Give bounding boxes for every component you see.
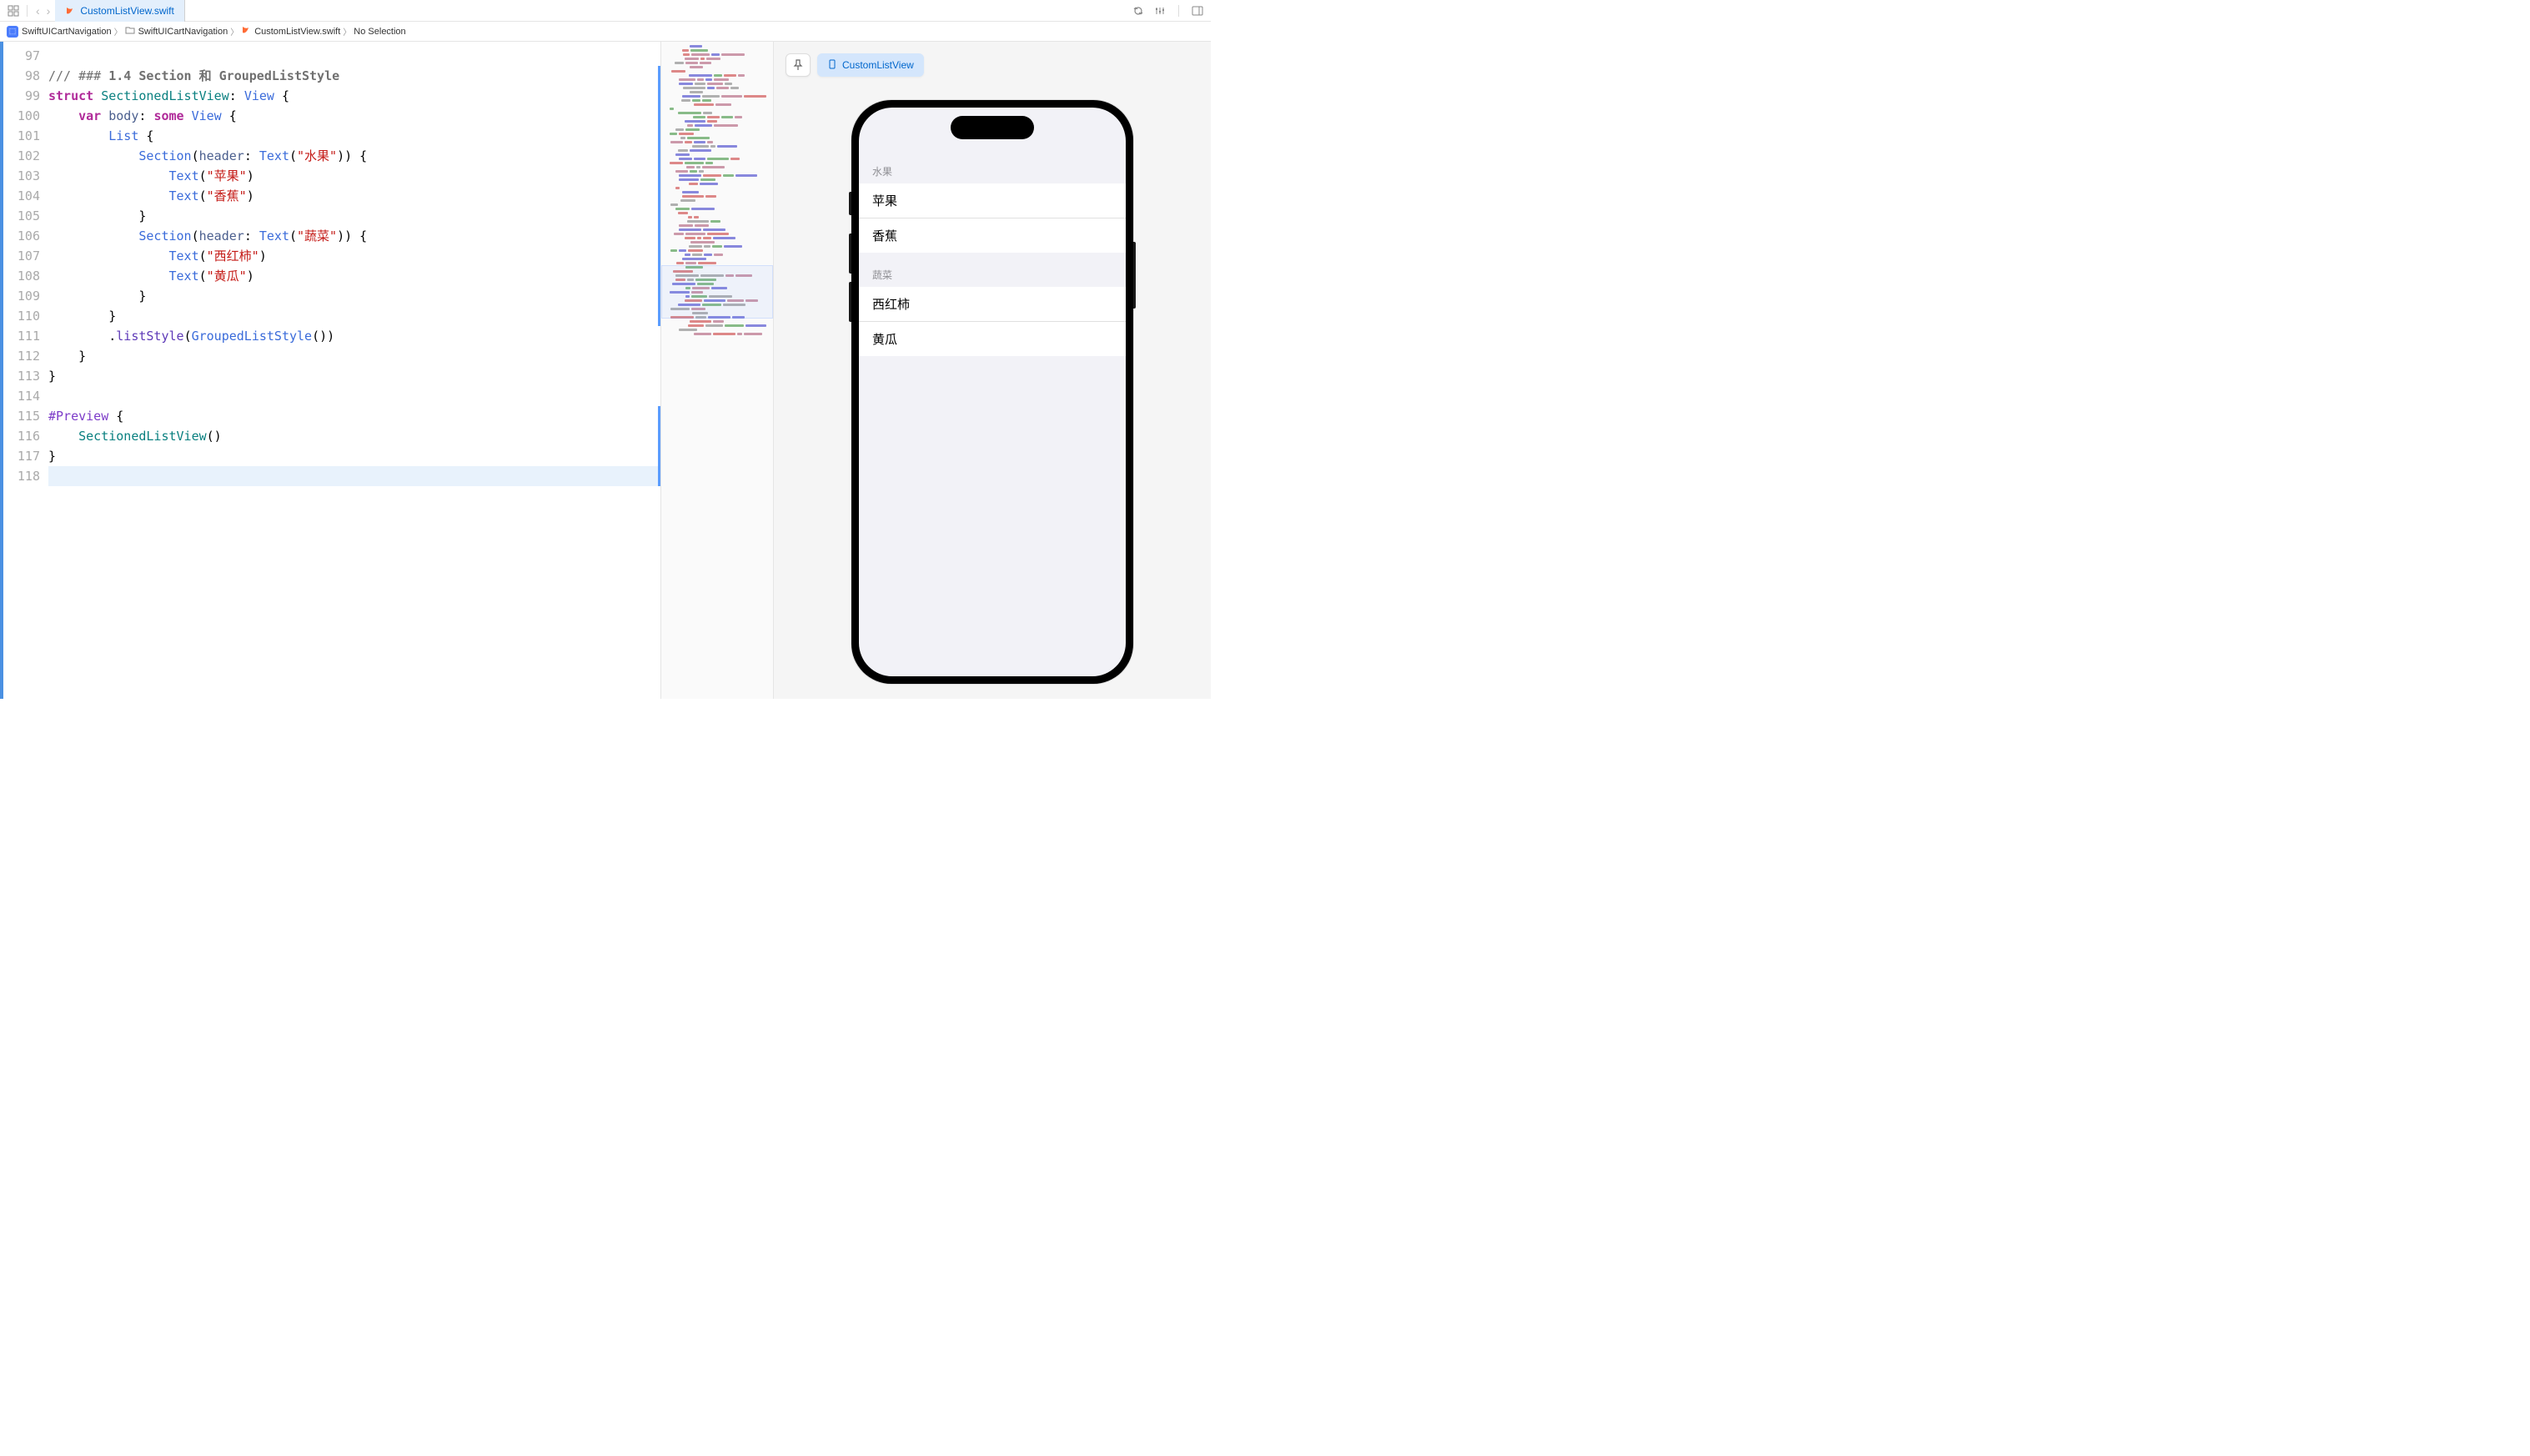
line-number: 112 xyxy=(3,346,48,366)
code-line[interactable]: SectionedListView() xyxy=(48,426,660,446)
line-number: 111 xyxy=(3,326,48,346)
folder-icon xyxy=(125,26,135,37)
code-line[interactable]: } xyxy=(48,446,660,466)
breadcrumb: ⬚ SwiftUICartNavigation 〉 SwiftUICartNav… xyxy=(0,22,1211,42)
line-number: 102 xyxy=(3,146,48,166)
line-number: 117 xyxy=(3,446,48,466)
line-gutter: 9798991001011021031041051061071081091101… xyxy=(0,42,48,699)
code-line[interactable]: List { xyxy=(48,126,660,146)
line-number: 99 xyxy=(3,86,48,106)
section-header: 水果 xyxy=(859,149,1126,183)
code-line[interactable] xyxy=(48,46,660,66)
line-number: 98 xyxy=(3,66,48,86)
breadcrumb-project[interactable]: ⬚ SwiftUICartNavigation xyxy=(7,26,112,38)
chevron-right-icon: 〉 xyxy=(114,25,123,38)
list-section: 水果苹果香蕉 xyxy=(859,149,1126,253)
code-line[interactable]: } xyxy=(48,206,660,226)
list-row[interactable]: 西红柿 xyxy=(859,287,1126,322)
code-line[interactable]: Text("黄瓜") xyxy=(48,266,660,286)
code-line[interactable] xyxy=(48,386,660,406)
list-row[interactable]: 黄瓜 xyxy=(859,322,1126,356)
list-row[interactable]: 苹果 xyxy=(859,183,1126,218)
code-line[interactable]: Text("苹果") xyxy=(48,166,660,186)
minimap[interactable] xyxy=(660,42,773,699)
tab-filename: CustomListView.swift xyxy=(80,5,173,17)
section-header: 蔬菜 xyxy=(859,253,1126,287)
minimap-viewport[interactable] xyxy=(661,265,773,319)
iphone-volume-down xyxy=(849,282,851,322)
code-line[interactable]: .listStyle(GroupedListStyle()) xyxy=(48,326,660,346)
pin-button[interactable] xyxy=(786,53,811,77)
line-number: 104 xyxy=(3,186,48,206)
breadcrumb-file[interactable]: CustomListView.swift xyxy=(241,25,340,38)
list-section: 蔬菜西红柿黄瓜 xyxy=(859,253,1126,356)
line-number: 118 xyxy=(3,466,48,486)
phone-icon xyxy=(827,59,837,72)
line-number: 108 xyxy=(3,266,48,286)
code-line[interactable]: /// ### 1.4 Section 和 GroupedListStyle xyxy=(48,66,660,86)
line-number: 105 xyxy=(3,206,48,226)
code-line[interactable]: Section(header: Text("水果")) { xyxy=(48,146,660,166)
line-number: 115 xyxy=(3,406,48,426)
code-content[interactable]: /// ### 1.4 Section 和 GroupedListStylest… xyxy=(48,42,660,699)
line-number: 97 xyxy=(3,46,48,66)
code-line[interactable] xyxy=(48,466,660,486)
iphone-screen: 水果苹果香蕉蔬菜西红柿黄瓜 xyxy=(859,108,1126,676)
line-number: 101 xyxy=(3,126,48,146)
code-line[interactable]: } xyxy=(48,306,660,326)
code-editor[interactable]: 9798991001011021031041051061071081091101… xyxy=(0,42,660,699)
chevron-right-icon: 〉 xyxy=(343,25,351,38)
breadcrumb-selection[interactable]: No Selection xyxy=(354,27,405,37)
breadcrumb-folder[interactable]: SwiftUICartNavigation xyxy=(125,26,228,37)
iphone-silent-switch xyxy=(849,192,851,215)
preview-header: CustomListView xyxy=(786,53,924,77)
toolbar-left: ‹ › CustomListView.swift xyxy=(7,0,185,22)
preview-panel: CustomListView 水果苹果香蕉蔬菜西红柿黄瓜 xyxy=(773,42,1211,699)
code-line[interactable]: Text("香蕉") xyxy=(48,186,660,206)
grid-icon[interactable] xyxy=(7,4,20,18)
iphone-volume-up xyxy=(849,233,851,274)
line-number: 109 xyxy=(3,286,48,306)
separator xyxy=(1178,5,1179,17)
line-number: 110 xyxy=(3,306,48,326)
code-line[interactable]: Section(header: Text("蔬菜")) { xyxy=(48,226,660,246)
line-number: 114 xyxy=(3,386,48,406)
panel-icon[interactable] xyxy=(1191,4,1204,18)
toolbar-right xyxy=(1132,4,1204,18)
code-line[interactable]: #Preview { xyxy=(48,406,660,426)
line-number: 116 xyxy=(3,426,48,446)
line-number: 106 xyxy=(3,226,48,246)
chevron-right-icon: 〉 xyxy=(230,25,238,38)
iphone-power-button xyxy=(1133,242,1136,309)
code-line[interactable]: } xyxy=(48,366,660,386)
iphone-mockup: 水果苹果香蕉蔬菜西红柿黄瓜 xyxy=(851,100,1133,684)
file-tab[interactable]: CustomListView.swift xyxy=(55,0,184,22)
forward-button[interactable]: › xyxy=(45,4,53,18)
back-button[interactable]: ‹ xyxy=(34,4,42,18)
code-line[interactable]: var body: some View { xyxy=(48,106,660,126)
preview-label[interactable]: CustomListView xyxy=(817,53,924,77)
list-view[interactable]: 水果苹果香蕉蔬菜西红柿黄瓜 xyxy=(859,108,1126,356)
line-number: 100 xyxy=(3,106,48,126)
app-icon: ⬚ xyxy=(7,26,18,38)
code-line[interactable]: Text("西红柿") xyxy=(48,246,660,266)
line-number: 103 xyxy=(3,166,48,186)
main-area: 9798991001011021031041051061071081091101… xyxy=(0,42,1211,699)
code-line[interactable]: struct SectionedListView: View { xyxy=(48,86,660,106)
adjust-icon[interactable] xyxy=(1153,4,1167,18)
line-number: 113 xyxy=(3,366,48,386)
swift-icon xyxy=(241,25,251,38)
top-toolbar: ‹ › CustomListView.swift xyxy=(0,0,1211,22)
code-line[interactable]: } xyxy=(48,286,660,306)
swift-icon xyxy=(65,6,75,16)
refresh-icon[interactable] xyxy=(1132,4,1145,18)
list-row[interactable]: 香蕉 xyxy=(859,218,1126,253)
line-number: 107 xyxy=(3,246,48,266)
dynamic-island xyxy=(951,116,1034,139)
separator xyxy=(27,5,28,17)
code-line[interactable]: } xyxy=(48,346,660,366)
